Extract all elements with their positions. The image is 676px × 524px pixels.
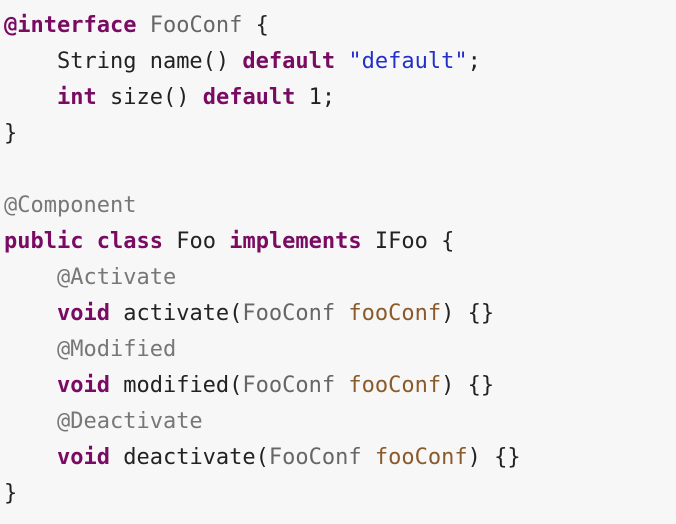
code-line: @Deactivate xyxy=(4,404,676,440)
code-line: void deactivate(FooConf fooConf) {} xyxy=(4,440,676,476)
code-line: void modified(FooConf fooConf) {} xyxy=(4,368,676,404)
code-token-string: "default" xyxy=(348,49,468,74)
code-token-annotation: @Deactivate xyxy=(56,409,203,434)
code-token-type: FooConf xyxy=(242,301,336,326)
code-token-type: FooConf xyxy=(149,13,243,38)
code-token-keyword: implements xyxy=(229,229,362,254)
code-token-plain: String name() xyxy=(56,49,230,74)
code-token-plain: 1; xyxy=(295,85,336,110)
code-line: @Activate xyxy=(4,260,676,296)
code-token-keyword: void xyxy=(56,373,110,398)
code-token-plain: ) {} xyxy=(467,445,521,470)
code-line: @Modified xyxy=(4,332,676,368)
code-token-keyword: default xyxy=(202,85,296,110)
code-token-keyword: @interface xyxy=(4,13,137,38)
code-token-keyword: void xyxy=(56,445,110,470)
code-line: @interface FooConf { xyxy=(4,8,676,44)
code-token-keyword: void xyxy=(56,301,110,326)
code-token-annotation: @Activate xyxy=(56,265,177,290)
code-token-plain: activate( xyxy=(109,301,243,326)
code-line: int size() default 1; xyxy=(4,80,676,116)
code-line: String name() default "default"; xyxy=(4,44,676,80)
code-line: @Component xyxy=(4,188,676,224)
code-token-annotation: @Component xyxy=(4,193,137,218)
code-line: public class Foo implements IFoo { xyxy=(4,224,676,260)
code-token-plain: IFoo { xyxy=(361,229,455,254)
code-token-param: fooConf xyxy=(374,445,468,470)
code-token-keyword: default xyxy=(242,49,336,74)
code-line: } xyxy=(4,116,676,152)
code-token-plain: size() xyxy=(96,85,190,110)
code-token-keyword: class xyxy=(96,229,163,254)
code-line: void activate(FooConf fooConf) {} xyxy=(4,296,676,332)
code-token-plain: deactivate( xyxy=(109,445,269,470)
code-token-keyword: int xyxy=(56,85,97,110)
code-token-plain: } xyxy=(4,481,18,506)
code-line: } xyxy=(4,476,676,512)
code-token-plain: } xyxy=(4,121,18,146)
code-token-plain: { xyxy=(242,13,269,38)
code-token-type: FooConf xyxy=(242,373,336,398)
code-token-annotation: @Modified xyxy=(56,337,177,362)
code-token-plain: ) {} xyxy=(441,373,495,398)
code-token-keyword: public xyxy=(4,229,84,254)
code-token-plain: modified( xyxy=(109,373,243,398)
code-token-param: fooConf xyxy=(348,301,442,326)
code-token-plain: Foo xyxy=(162,229,230,254)
code-token-plain: ; xyxy=(467,49,481,74)
code-token-type: FooConf xyxy=(268,445,362,470)
code-token-param: fooConf xyxy=(348,373,442,398)
code-block: @interface FooConf { String name() defau… xyxy=(0,0,676,524)
code-token-plain: ) {} xyxy=(441,301,495,326)
